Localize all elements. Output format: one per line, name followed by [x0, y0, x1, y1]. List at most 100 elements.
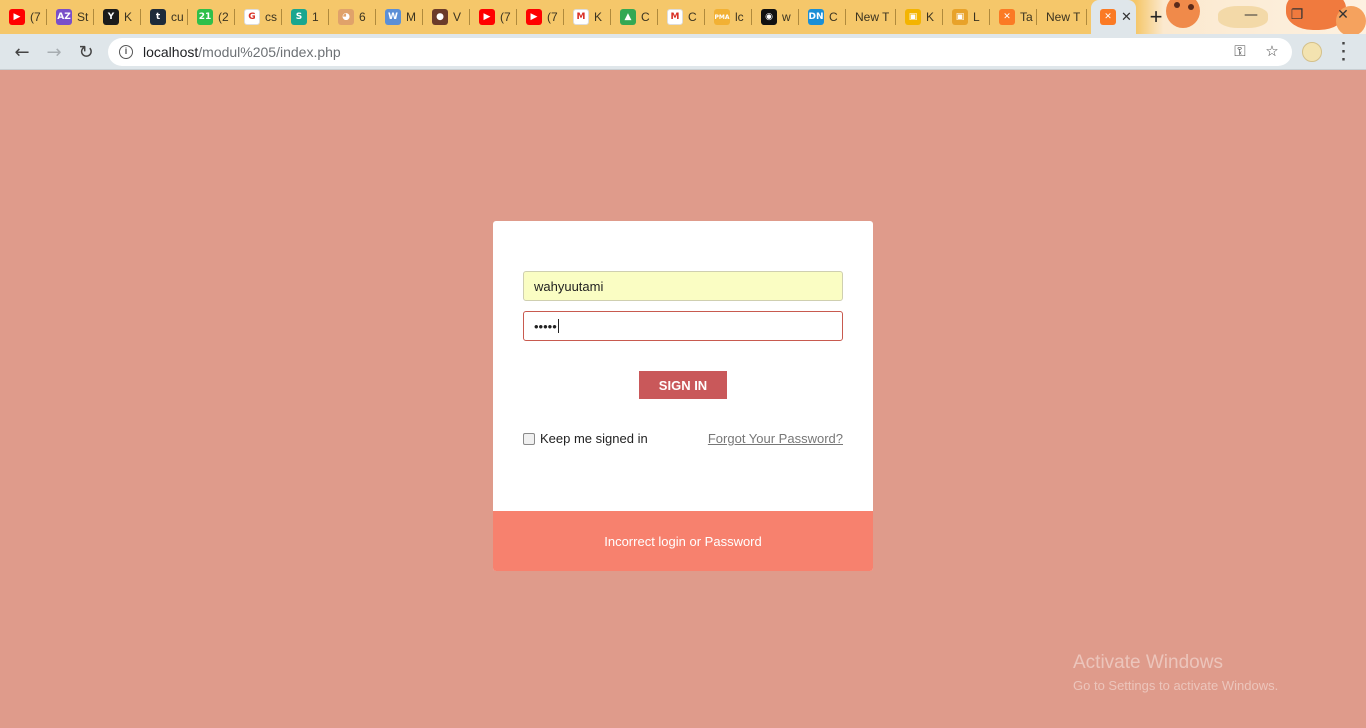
tab-title: New T	[855, 10, 889, 24]
browser-tab[interactable]: S1	[282, 0, 329, 34]
browser-tab[interactable]: ◕ 6	[329, 0, 376, 34]
watermark-title: Activate Windows	[1073, 652, 1223, 673]
sign-in-button[interactable]: SIGN IN	[639, 371, 727, 399]
browser-tab[interactable]: AZ St	[47, 0, 94, 34]
wordpress-icon: W	[385, 9, 401, 25]
reload-icon: ↻	[78, 41, 94, 63]
maximize-button[interactable]: ❐	[1274, 7, 1320, 23]
error-message: Incorrect login or Password	[493, 511, 873, 571]
avatar-photo-icon: ●	[432, 9, 448, 25]
gmail-icon: M	[573, 9, 589, 25]
forgot-password-link[interactable]: Forgot Your Password?	[708, 431, 843, 446]
drive-icon: ▲	[620, 9, 636, 25]
tab-title: Ta	[1020, 10, 1033, 24]
tab-strip: ▶ (7 AZ St Y Kt cu 21 (2 Gcs S 1 ◕ 6 W M ● V ▶ (7 ▶ (7 M K ▲ C M C P…	[0, 0, 1366, 34]
youtube-icon: ▶	[526, 9, 542, 25]
browser-tab[interactable]: ✕ Ta	[990, 0, 1037, 34]
browser-tab[interactable]: ◉ w	[752, 0, 799, 34]
tab-title: (2	[218, 10, 229, 24]
az-icon: AZ	[56, 9, 72, 25]
classroom-icon: ▣	[905, 9, 921, 25]
browser-tab[interactable]: ▲ C	[611, 0, 658, 34]
tab-title: C	[641, 10, 650, 24]
phpmyadmin-icon: PMA	[714, 9, 730, 25]
browser-tab[interactable]: ▶ (7	[0, 0, 47, 34]
browser-tab[interactable]: ▣ L	[943, 0, 990, 34]
browser-tab[interactable]: ● V	[423, 0, 470, 34]
username-input[interactable]: wahyuutami	[523, 271, 843, 301]
tab-title: C	[688, 10, 697, 24]
tab-title: St	[77, 10, 89, 24]
tab-title: (7	[30, 10, 41, 24]
browser-tab[interactable]: t cu	[141, 0, 188, 34]
tab-title: K	[594, 10, 603, 24]
username-value: wahyuutami	[534, 278, 604, 294]
tab-title: K	[124, 10, 133, 24]
info-icon[interactable]: i	[119, 45, 133, 59]
tab-title: cu	[171, 10, 184, 24]
tab-title: C	[829, 10, 838, 24]
browser-tab[interactable]: YK	[94, 0, 141, 34]
browser-tab[interactable]: MC	[658, 0, 705, 34]
keep-signed-in-checkbox[interactable]	[523, 432, 535, 445]
browser-tab[interactable]: Gcs	[235, 0, 282, 34]
login-card: wahyuutami ••••• SIGN IN Keep me signed …	[493, 221, 873, 571]
keep-signed-in[interactable]: Keep me signed in	[523, 431, 648, 446]
profile-avatar[interactable]	[1302, 42, 1322, 62]
minimize-button[interactable]: —	[1228, 7, 1274, 23]
badge-21-icon: 21	[197, 9, 213, 25]
tab-title: w	[782, 10, 791, 24]
new-tab-button[interactable]: +	[1142, 3, 1170, 31]
arrow-right-icon: →	[46, 41, 62, 63]
youtube-icon: ▶	[9, 9, 25, 25]
forward-button[interactable]: →	[40, 38, 68, 66]
browser-tab[interactable]: New T	[1037, 0, 1087, 34]
address-bar[interactable]: i localhost/modul%205/index.php ⚿ ☆	[108, 38, 1292, 66]
browser-tab[interactable]: 21 (2	[188, 0, 235, 34]
error-text: Incorrect login or Password	[604, 533, 762, 549]
active-tab[interactable]: ✕ ✕	[1091, 0, 1136, 34]
back-button[interactable]: ←	[8, 38, 36, 66]
url-text[interactable]: localhost/modul%205/index.php	[143, 44, 341, 60]
browser-tab[interactable]: DN C	[799, 0, 846, 34]
arrow-left-icon: ←	[14, 41, 30, 63]
browser-tab[interactable]: ▣ K	[896, 0, 943, 34]
tab-title: (7	[547, 10, 558, 24]
browser-toolbar: ← → ↻ i localhost/modul%205/index.php ⚿ …	[0, 34, 1366, 70]
tab-title: 6	[359, 10, 366, 24]
browser-tab[interactable]: PMA lc	[705, 0, 752, 34]
password-input[interactable]: •••••	[523, 311, 843, 341]
browser-tab[interactable]: ▶ (7	[517, 0, 564, 34]
browser-tab[interactable]: MK	[564, 0, 611, 34]
github-icon: ◉	[761, 9, 777, 25]
reload-button[interactable]: ↻	[72, 38, 100, 66]
close-tab-icon[interactable]: ✕	[1121, 9, 1132, 25]
keep-signed-in-label: Keep me signed in	[540, 431, 648, 446]
browser-tab[interactable]: WM	[376, 0, 423, 34]
xampp-icon: ✕	[1100, 9, 1116, 25]
tab-title: New T	[1046, 10, 1080, 24]
url-path: /modul%205/index.php	[198, 44, 341, 60]
star-icon[interactable]: ☆	[1262, 42, 1282, 62]
google-icon: G	[244, 9, 260, 25]
browser-tab[interactable]: ▶ (7	[470, 0, 517, 34]
tab-title: cs	[265, 10, 277, 24]
tumblr-icon: t	[150, 9, 166, 25]
tab-title: (7	[500, 10, 511, 24]
tab-title: V	[453, 10, 462, 24]
close-window-button[interactable]: ✕	[1320, 7, 1366, 23]
s-icon: S	[291, 9, 307, 25]
text-caret	[557, 319, 559, 333]
gmail-icon: M	[667, 9, 683, 25]
tab-list: ▶ (7 AZ St Y Kt cu 21 (2 Gcs S 1 ◕ 6 W M ● V ▶ (7 ▶ (7 M K ▲ C M C P…	[0, 0, 1170, 34]
dn-icon: DN	[808, 9, 824, 25]
browser-tab[interactable]: New T	[846, 0, 896, 34]
youtube-icon: ▶	[479, 9, 495, 25]
tab-title: K	[926, 10, 935, 24]
watermark-subtitle: Go to Settings to activate Windows.	[1073, 678, 1279, 693]
menu-icon[interactable]: · · ·	[1336, 35, 1352, 68]
xampp-icon: ✕	[999, 9, 1015, 25]
key-icon[interactable]: ⚿	[1230, 42, 1250, 62]
activation-watermark: Activate Windows Go to Settings to activ…	[1073, 652, 1278, 693]
cartoon-icon: ◕	[338, 9, 354, 25]
